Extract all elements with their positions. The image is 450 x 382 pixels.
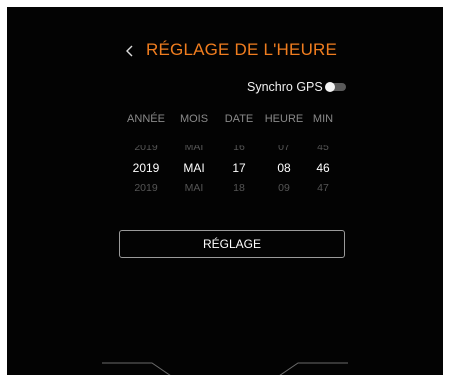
gps-sync-label: Synchro GPS: [247, 80, 323, 94]
hour-next[interactable]: 09: [278, 182, 290, 191]
screen: RÉGLAGE DE L'HEURE Synchro GPS ANNÉE MOI…: [7, 7, 443, 375]
month-selected[interactable]: MAI: [183, 160, 204, 176]
column-header-year: ANNÉE: [127, 113, 165, 125]
minute-next[interactable]: 47: [317, 182, 329, 191]
column-header-month: MOIS: [179, 113, 209, 125]
year-next[interactable]: 2019: [134, 182, 157, 191]
picker-row-previous: 2019 MAI 16 07 45: [7, 145, 443, 154]
column-header-minute: MIN: [312, 113, 334, 125]
date-previous[interactable]: 16: [233, 145, 245, 154]
column-header-date: DATE: [224, 113, 254, 125]
date-time-picker[interactable]: 2019 MAI 16 07 45 2019 MAI 17 08 46 2019…: [7, 145, 443, 199]
hour-selected[interactable]: 08: [277, 160, 290, 176]
minute-previous[interactable]: 45: [317, 145, 329, 154]
date-selected[interactable]: 17: [232, 160, 245, 176]
year-selected[interactable]: 2019: [133, 160, 160, 176]
hour-previous[interactable]: 07: [278, 145, 290, 154]
chevron-left-icon[interactable]: [121, 42, 137, 60]
month-next[interactable]: MAI: [185, 182, 204, 191]
apply-button[interactable]: RÉGLAGE: [119, 230, 345, 258]
column-header-hour: HEURE: [264, 113, 304, 125]
gps-sync-toggle[interactable]: [325, 82, 346, 92]
bottom-decoration: [102, 362, 348, 375]
month-previous[interactable]: MAI: [185, 145, 204, 154]
header: RÉGLAGE DE L'HEURE: [7, 39, 443, 65]
picker-row-next: 2019 MAI 18 09 47: [7, 182, 443, 191]
page-title: RÉGLAGE DE L'HEURE: [146, 40, 338, 59]
column-headers: ANNÉE MOIS DATE HEURE MIN: [7, 111, 443, 127]
year-previous[interactable]: 2019: [134, 145, 157, 154]
date-next[interactable]: 18: [233, 182, 245, 191]
minute-selected[interactable]: 46: [316, 160, 329, 176]
toggle-knob: [325, 82, 335, 92]
